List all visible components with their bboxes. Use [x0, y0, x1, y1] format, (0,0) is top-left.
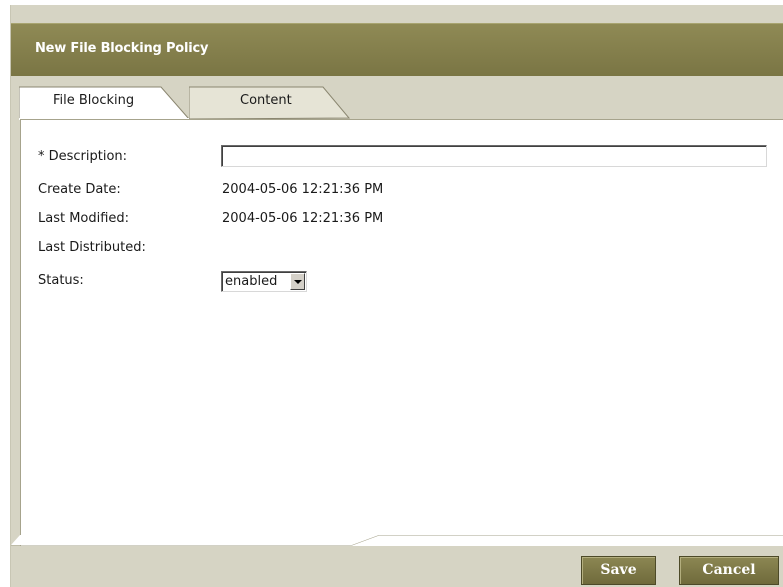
last-modified-label: Last Modified:: [38, 211, 130, 226]
save-button[interactable]: Save: [581, 556, 656, 585]
tab-file-blocking-label: File Blocking: [53, 93, 135, 108]
tab-content-label: Content: [240, 93, 292, 108]
tab-content-panel: * Description: Create Date: 2004-05-06 1…: [20, 119, 783, 546]
create-date-value: 2004-05-06 12:21:36 PM: [222, 182, 384, 197]
status-select-value: enabled: [225, 274, 278, 289]
page: New File Blocking Policy File Blocking C…: [0, 0, 783, 587]
dialog-title: New File Blocking Policy: [35, 41, 209, 56]
title-bar: New File Blocking Policy: [11, 23, 783, 77]
button-bar-divider: [11, 535, 783, 546]
cancel-button[interactable]: Cancel: [679, 556, 779, 585]
create-date-label: Create Date:: [38, 182, 121, 197]
description-label: * Description:: [38, 149, 128, 164]
last-distributed-label: Last Distributed:: [38, 240, 146, 255]
tab-content[interactable]: Content: [189, 86, 353, 120]
last-modified-value: 2004-05-06 12:21:36 PM: [222, 211, 384, 226]
status-select[interactable]: enabled: [221, 271, 307, 292]
policy-dialog: New File Blocking Policy File Blocking C…: [10, 5, 783, 587]
button-bar: Save Cancel: [11, 535, 783, 587]
description-input[interactable]: [221, 145, 767, 167]
status-label: Status:: [38, 273, 84, 288]
chevron-down-icon[interactable]: [290, 273, 305, 290]
tab-file-blocking[interactable]: File Blocking: [19, 86, 189, 120]
